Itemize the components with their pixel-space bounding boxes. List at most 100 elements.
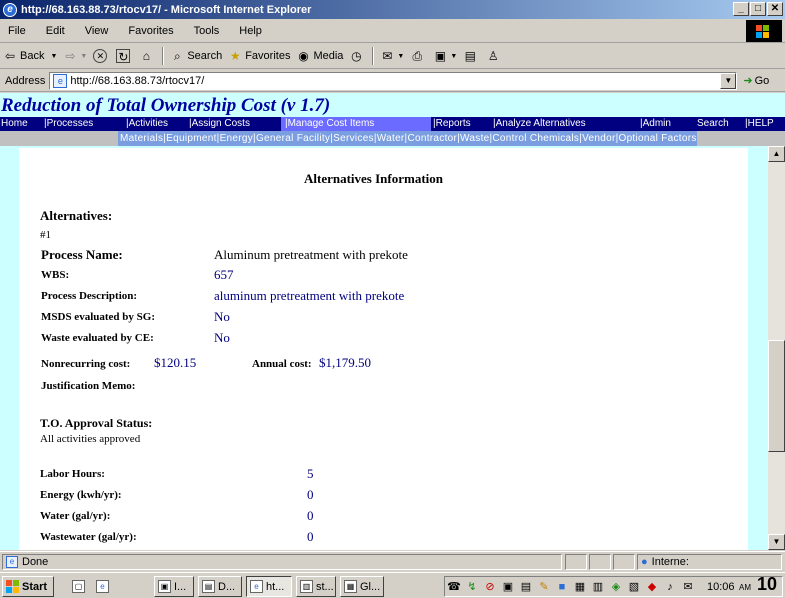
nav-reports[interactable]: |Reports — [433, 117, 471, 131]
menu-favorites[interactable]: Favorites — [118, 25, 183, 37]
menu-view[interactable]: View — [75, 25, 119, 37]
nonrecurring-cost-label: Nonrecurring cost: — [41, 358, 131, 370]
scroll-up-icon[interactable]: ▲ — [768, 146, 785, 162]
waste-evaluated-label: Waste evaluated by CE: — [41, 332, 154, 344]
discuss-button[interactable]: ▤ — [460, 45, 483, 67]
taskbar-button-active[interactable]: e ht... — [246, 576, 292, 597]
alternatives-section-label: Alternatives: — [40, 208, 113, 223]
menu-help[interactable]: Help — [229, 25, 272, 37]
tray-app-icon[interactable]: ▥ — [591, 580, 605, 594]
home-button[interactable]: ⌂ — [136, 45, 159, 67]
back-button[interactable]: ⇦ Back ▼ — [0, 45, 60, 67]
start-button[interactable]: Start — [2, 576, 54, 597]
favorites-button[interactable]: ★ Favorites — [225, 45, 293, 67]
vertical-scrollbar[interactable]: ▲ ▼ — [768, 146, 785, 550]
ie-window-icon: e — [250, 580, 263, 593]
status-cell — [613, 554, 635, 570]
messenger-button[interactable]: ♙ — [483, 45, 506, 67]
media-icon: ◉ — [298, 49, 309, 63]
back-arrow-icon: ⇦ — [4, 49, 16, 63]
tray-app-icon[interactable]: ▧ — [627, 580, 641, 594]
close-button[interactable]: ✕ — [767, 2, 783, 16]
nav-admin[interactable]: |Admin — [640, 117, 671, 131]
process-description-label: Process Description: — [41, 290, 138, 302]
mail-button[interactable]: ✉ ▼ — [377, 45, 407, 67]
nav-home[interactable]: Home — [1, 117, 28, 131]
tray-shield-icon[interactable]: ◆ — [645, 580, 659, 594]
scroll-thumb[interactable] — [768, 340, 785, 452]
media-button[interactable]: ◉ Media — [293, 45, 346, 67]
nav-activities[interactable]: |Activities — [126, 117, 168, 131]
forward-dropdown-icon[interactable]: ▼ — [80, 53, 87, 60]
nav-manage-cost-items[interactable]: |Manage Cost Items — [281, 117, 431, 131]
nav-assign-costs[interactable]: |Assign Costs — [189, 117, 250, 131]
tray-app-icon[interactable]: ▣ — [501, 580, 515, 594]
print-button[interactable]: ⎙ — [407, 45, 430, 67]
zone-cell: ● Interne: — [637, 554, 782, 570]
address-dropdown-icon[interactable]: ▼ — [720, 72, 737, 89]
back-dropdown-icon[interactable]: ▼ — [50, 53, 57, 60]
taskbar-button-label: I... — [174, 580, 187, 593]
justification-memo-label: Justification Memo: — [41, 380, 136, 392]
minimize-button[interactable]: _ — [733, 2, 749, 16]
app-icon: ▦ — [344, 580, 357, 593]
refresh-button[interactable]: ↻ — [113, 45, 136, 67]
tray-monitor-icon[interactable]: ■ — [555, 580, 569, 594]
tray-app-icon[interactable]: ▦ — [573, 580, 587, 594]
tray-mail-icon[interactable]: ✉ — [681, 580, 695, 594]
cost-item-categories[interactable]: Materials|Equipment|Energy|General Facil… — [118, 131, 697, 146]
approval-status-value: All activities approved — [40, 433, 141, 445]
address-url[interactable]: http://68.163.88.73/rtocv17/ — [70, 75, 204, 87]
edit-dropdown-icon[interactable]: ▼ — [450, 53, 457, 60]
tray-sync-icon[interactable]: ↯ — [465, 580, 479, 594]
tray-block-icon[interactable]: ⊘ — [483, 580, 497, 594]
page-heading: Alternatives Information — [304, 171, 444, 186]
window-title: http://68.163.88.73/rtocv17/ - Microsoft… — [21, 3, 312, 16]
start-label: Start — [22, 580, 48, 593]
labor-hours-value: 5 — [307, 466, 314, 481]
search-button[interactable]: ⌕ Search — [167, 45, 225, 67]
status-text: Done — [22, 556, 49, 568]
annual-cost-label: Annual cost: — [252, 358, 312, 370]
back-label: Back — [20, 50, 45, 62]
page-done-icon: e — [6, 556, 18, 569]
tray-app-icon[interactable]: ▤ — [519, 580, 533, 594]
history-button[interactable]: ◷ — [346, 45, 369, 67]
maximize-button[interactable]: □ — [750, 2, 766, 16]
forward-button[interactable]: ⇨ ▼ — [60, 45, 90, 67]
address-input[interactable]: e http://68.163.88.73/rtocv17/ ▼ — [49, 71, 738, 90]
tray-app-icon[interactable]: ◈ — [609, 580, 623, 594]
taskbar-button[interactable]: ▤ D... — [198, 576, 242, 597]
nav-help[interactable]: |HELP — [745, 117, 774, 131]
mail-dropdown-icon[interactable]: ▼ — [397, 53, 404, 60]
nav-search[interactable]: Search — [697, 117, 729, 131]
taskbar-button[interactable]: ▦ Gl... — [340, 576, 384, 597]
edit-button[interactable]: ▣ ▼ — [430, 45, 460, 67]
taskbar-button-label: Gl... — [360, 580, 381, 593]
nav-analyze-alternatives[interactable]: |Analyze Alternatives — [493, 117, 586, 131]
clock-overlay: 10 — [757, 574, 778, 594]
wbs-value: 657 — [214, 267, 234, 282]
taskbar-button[interactable]: ▥ st... — [296, 576, 336, 597]
quicklaunch-ie-icon[interactable]: e — [96, 580, 109, 593]
home-icon: ⌂ — [142, 49, 150, 63]
windows-logo-icon — [746, 20, 782, 42]
stop-button[interactable]: ✕ — [90, 45, 113, 67]
quicklaunch-desktop-icon[interactable]: ▢ — [72, 580, 85, 593]
menu-tools[interactable]: Tools — [184, 25, 230, 37]
web-page: Reduction of Total Ownership Cost (v 1.7… — [0, 93, 785, 550]
status-text-cell: e Done — [2, 554, 562, 570]
menu-edit[interactable]: Edit — [36, 25, 75, 37]
nav-processes[interactable]: |Processes — [44, 117, 93, 131]
toolbar-separator — [372, 47, 375, 65]
menu-file[interactable]: File — [0, 25, 36, 37]
tray-speaker-icon[interactable]: ♪ — [663, 580, 677, 594]
process-description-value: aluminum pretreatment with prekote — [214, 288, 405, 303]
tray-tool-icon[interactable]: ✎ — [537, 580, 551, 594]
wastewater-value: 0 — [307, 529, 314, 544]
tray-network-icon[interactable]: ☎ — [447, 580, 461, 594]
page-icon: e — [53, 73, 68, 88]
scroll-down-icon[interactable]: ▼ — [768, 534, 785, 550]
taskbar-button[interactable]: ▣ I... — [154, 576, 194, 597]
go-button[interactable]: ➜ Go — [743, 74, 769, 88]
